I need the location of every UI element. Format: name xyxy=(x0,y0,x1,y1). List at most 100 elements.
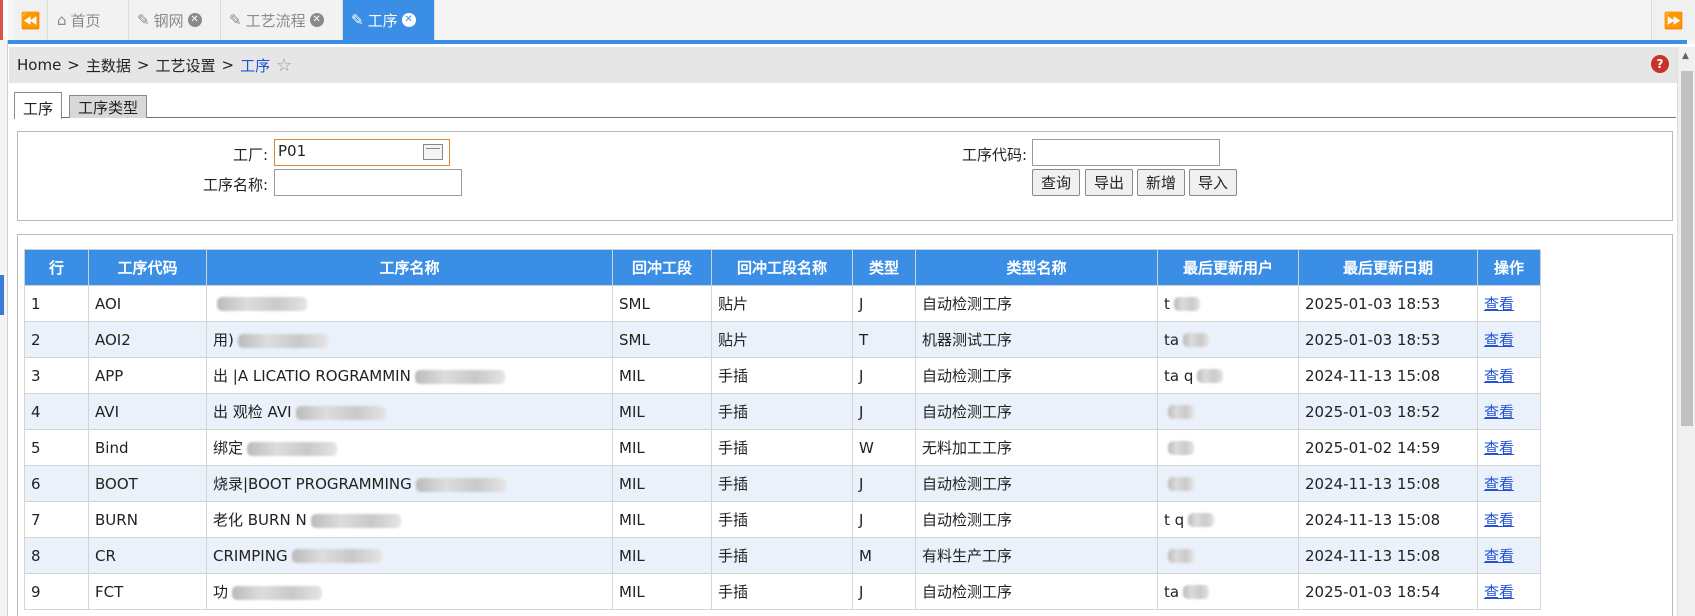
tab-label: 钢网 xyxy=(153,11,184,30)
column-header[interactable]: 类型 xyxy=(852,249,916,286)
view-link[interactable]: 查看 xyxy=(1484,331,1514,349)
cell-name: 用) xyxy=(206,321,613,358)
table-row[interactable]: 7 BURN 老化 BURN N MIL 手插 J 自动检测工序 t q 2024-11-13 … xyxy=(24,501,1541,538)
cell-code: BURN xyxy=(88,501,207,538)
column-header[interactable]: 回冲工段名称 xyxy=(711,249,853,286)
table-row[interactable]: 9 FCT 功 MIL 手插 J 自动检测工序 ta 2025-01-03 18:54 查看 xyxy=(24,573,1541,610)
cell-type: T xyxy=(852,321,916,358)
cell-date: 2025-01-03 18:53 xyxy=(1298,285,1478,322)
cell-row: 9 xyxy=(24,573,89,610)
cell-action: 查看 xyxy=(1477,573,1541,610)
scrollbar-thumb[interactable] xyxy=(1681,71,1693,426)
cell-action: 查看 xyxy=(1477,321,1541,358)
vertical-scrollbar[interactable]: ▲ xyxy=(1677,47,1695,616)
lookup-icon[interactable] xyxy=(423,144,443,160)
edit-icon: ✎ xyxy=(229,11,242,29)
add-button[interactable]: 新增 xyxy=(1137,169,1185,196)
view-link[interactable]: 查看 xyxy=(1484,367,1514,385)
table-panel: 行 工序代码 工序名称 回冲工段 回冲工段名称 类型 类型名称 最后更新用户 最… xyxy=(17,234,1673,616)
inner-tab-operation[interactable]: 工序 xyxy=(14,92,63,119)
table-header-row: 行 工序代码 工序名称 回冲工段 回冲工段名称 类型 类型名称 最后更新用户 最… xyxy=(24,249,1541,286)
scroll-tabs-right-button[interactable]: ⏩ xyxy=(1651,0,1695,40)
tab-label: 首页 xyxy=(70,11,101,30)
column-header[interactable]: 行 xyxy=(24,249,89,286)
column-header[interactable]: 最后更新日期 xyxy=(1298,249,1478,286)
cell-code: FCT xyxy=(88,573,207,610)
close-icon[interactable]: ✕ xyxy=(401,13,416,27)
factory-value: P01 xyxy=(278,142,307,160)
cell-action: 查看 xyxy=(1477,357,1541,394)
cell-date: 2024-11-13 15:08 xyxy=(1298,357,1478,394)
favorite-star-icon[interactable]: ☆ xyxy=(276,55,292,76)
redaction-blur xyxy=(237,333,328,348)
redaction-blur xyxy=(1168,549,1194,563)
table-row[interactable]: 8 CR CRIMPING MIL 手插 M 有料生产工序 2024-11-13 15:08 查… xyxy=(24,537,1541,574)
scroll-up-arrow-icon[interactable]: ▲ xyxy=(1682,51,1689,61)
tab-process-flow[interactable]: ✎ 工艺流程 ✕ xyxy=(221,0,343,40)
column-header[interactable]: 操作 xyxy=(1477,249,1541,286)
view-link[interactable]: 查看 xyxy=(1484,295,1514,313)
left-frame-marker xyxy=(0,275,4,315)
cell-seg-name: 手插 xyxy=(711,537,853,574)
operation-name-field[interactable] xyxy=(274,169,462,196)
table-row[interactable]: 2 AOI2 用) SML 贴片 T 机器测试工序 ta 2025-01-03 18:53 查看 xyxy=(24,321,1541,358)
factory-field[interactable]: P01 xyxy=(274,139,450,166)
breadcrumb-item: 工艺设置 xyxy=(155,56,216,75)
cell-type: J xyxy=(852,285,916,322)
cell-row: 2 xyxy=(24,321,89,358)
help-icon[interactable]: ? xyxy=(1651,55,1669,73)
scroll-tabs-left-button[interactable]: ⏪ xyxy=(14,0,48,40)
cell-user: ta q xyxy=(1157,357,1299,394)
breadcrumb-home[interactable]: Home xyxy=(17,56,61,74)
cell-action: 查看 xyxy=(1477,537,1541,574)
export-button[interactable]: 导出 xyxy=(1085,169,1133,196)
table-row[interactable]: 6 BOOT 烧录|BOOT PROGRAMMING MIL 手插 J 自动检测工序 2024… xyxy=(24,465,1541,502)
table-row[interactable]: 1 AOI SML 贴片 J 自动检测工序 t 2025-01-03 18:53 查看 xyxy=(24,285,1541,322)
table-row[interactable]: 3 APP 出 |A LICATIO ROGRAMMIN MIL 手插 J 自动检测工序 ta… xyxy=(24,357,1541,394)
view-link[interactable]: 查看 xyxy=(1484,403,1514,421)
column-header[interactable]: 回冲工段 xyxy=(612,249,712,286)
column-header[interactable]: 最后更新用户 xyxy=(1157,249,1299,286)
query-button[interactable]: 查询 xyxy=(1032,169,1080,196)
tab-home[interactable]: ⌂ 首页 xyxy=(49,0,129,40)
view-link[interactable]: 查看 xyxy=(1484,439,1514,457)
breadcrumb-separator: > xyxy=(221,56,235,74)
cell-seg-name: 手插 xyxy=(711,501,853,538)
operation-table: 行 工序代码 工序名称 回冲工段 回冲工段名称 类型 类型名称 最后更新用户 最… xyxy=(24,249,1541,610)
cell-seg: MIL xyxy=(612,357,712,394)
cell-type: J xyxy=(852,573,916,610)
breadcrumb-separator: > xyxy=(67,56,80,74)
factory-label: 工厂: xyxy=(232,146,268,164)
view-link[interactable]: 查看 xyxy=(1484,511,1514,529)
cell-seg-name: 手插 xyxy=(711,393,853,430)
cell-row: 8 xyxy=(24,537,89,574)
breadcrumb-current: 工序 xyxy=(240,56,271,75)
close-icon[interactable]: ✕ xyxy=(187,13,202,27)
cell-name: 出 |A LICATIO ROGRAMMIN xyxy=(206,357,613,394)
import-button[interactable]: 导入 xyxy=(1189,169,1237,196)
redaction-blur xyxy=(1168,405,1194,419)
operation-code-field[interactable] xyxy=(1032,139,1220,166)
view-link[interactable]: 查看 xyxy=(1484,583,1514,601)
view-link[interactable]: 查看 xyxy=(1484,547,1514,565)
cell-date: 2025-01-02 14:59 xyxy=(1298,429,1478,466)
inner-tab-operation-type[interactable]: 工序类型 xyxy=(69,95,148,118)
redaction-blur xyxy=(414,369,505,384)
column-header[interactable]: 工序代码 xyxy=(88,249,207,286)
tab-stencil[interactable]: ✎ 钢网 ✕ xyxy=(129,0,221,40)
view-link[interactable]: 查看 xyxy=(1484,475,1514,493)
table-row[interactable]: 4 AVI 出 观检 AVI MIL 手插 J 自动检测工序 2025-01-03 18:52… xyxy=(24,393,1541,430)
operation-name-text: CRIMPING xyxy=(213,546,288,565)
tab-operation[interactable]: ✎ 工序 ✕ xyxy=(343,0,435,40)
redaction-blur xyxy=(232,585,323,600)
cell-seg: SML xyxy=(612,285,712,322)
cell-action: 查看 xyxy=(1477,285,1541,322)
column-header[interactable]: 类型名称 xyxy=(915,249,1158,286)
operation-code-label: 工序代码: xyxy=(961,146,1027,164)
close-icon[interactable]: ✕ xyxy=(309,13,324,27)
table-row[interactable]: 5 Bind 绑定 MIL 手插 W 无料加工工序 2025-01-02 14:59 查看 xyxy=(24,429,1541,466)
cell-action: 查看 xyxy=(1477,429,1541,466)
cell-row: 1 xyxy=(24,285,89,322)
column-header[interactable]: 工序名称 xyxy=(206,249,613,286)
cell-user: t xyxy=(1157,285,1299,322)
